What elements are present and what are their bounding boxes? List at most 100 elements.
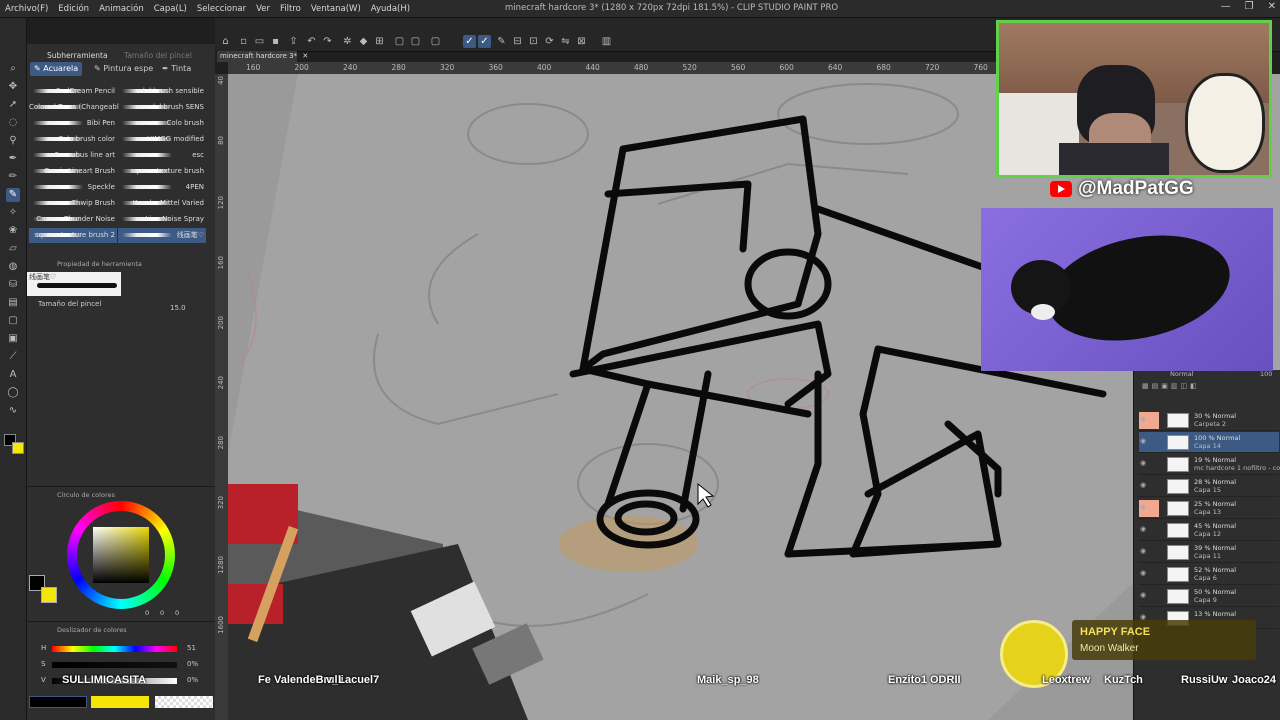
menu-archivo[interactable]: Archivo(F) (0, 4, 53, 14)
export-icon[interactable]: ⇪ (287, 35, 300, 48)
blend-icon[interactable]: ◍ (6, 260, 20, 274)
menu-seleccionar[interactable]: Seleccionar (192, 4, 251, 14)
eye-icon[interactable]: ◉ (1140, 503, 1150, 513)
eye-icon[interactable]: ◉ (1140, 525, 1150, 535)
brush-item[interactable]: HIMGG modified (118, 132, 206, 147)
eyedropper-icon[interactable]: ⚲ (6, 134, 20, 148)
ruler-icon[interactable]: ⊠ (575, 35, 588, 48)
rotate-icon[interactable]: ⟳ (543, 35, 556, 48)
ruler-tool-icon[interactable]: ⟋ (6, 350, 20, 364)
mask-icon[interactable]: ◧ (1190, 382, 1200, 390)
object-icon[interactable]: ➚ (6, 98, 20, 112)
current-color-bar[interactable] (29, 696, 87, 708)
opacity-value[interactable]: 100 (1260, 370, 1272, 378)
brush-item[interactable]: Canvas Thunder Noise (29, 212, 117, 227)
new-folder-icon[interactable]: ▤ (1152, 382, 1162, 390)
decoration-icon[interactable]: ❀ (6, 224, 20, 238)
brush-item[interactable]: 4PEN (118, 180, 206, 195)
clear-outside-icon[interactable]: ▢ (409, 35, 422, 48)
eye-icon[interactable]: ◉ (1140, 569, 1150, 579)
brush-item[interactable]: lal brush sensible (118, 84, 206, 99)
close-icon[interactable]: ✕ (1268, 1, 1276, 12)
minimize-icon[interactable]: — (1221, 1, 1231, 12)
transparent-color-bar[interactable] (155, 696, 213, 708)
layer-row[interactable]: ◉ 19 % Normalmc hardcore 1 nofiltro - cop… (1139, 454, 1280, 475)
eye-icon[interactable]: ◉ (1140, 415, 1150, 425)
new-layer-icon[interactable]: ▦ (1142, 382, 1152, 390)
text-icon[interactable]: A (6, 368, 20, 382)
menu-ver[interactable]: Ver (251, 4, 275, 14)
gradient-icon[interactable]: ▤ (6, 296, 20, 310)
fill-icon[interactable]: ◆ (357, 35, 370, 48)
brush-item[interactable]: Comic Lineart Brush (29, 164, 117, 179)
fill-bucket-icon[interactable]: ⛁ (6, 278, 20, 292)
brush-item[interactable]: lal brush SENS (118, 100, 206, 115)
mirror-icon[interactable]: ⇋ (559, 35, 572, 48)
eye-icon[interactable]: ◉ (1140, 459, 1150, 469)
balloon-icon[interactable]: ◯ (6, 386, 20, 400)
menu-ventana[interactable]: Ventana(W) (306, 4, 366, 14)
brush-item[interactable]: 线画笔♡ (118, 228, 206, 243)
saturation-square[interactable] (93, 527, 149, 583)
pencil-icon[interactable]: ✏ (6, 170, 20, 184)
brush-item[interactable]: Speckle (29, 180, 117, 195)
close-tab-icon[interactable]: ✕ (302, 52, 308, 60)
correct-line-icon[interactable]: ∿ (6, 404, 20, 418)
brush-item[interactable]: square texture brush (118, 164, 206, 179)
tab-brush-size[interactable]: Tamaño del pincel (124, 51, 192, 60)
figure-icon[interactable]: ▢ (6, 314, 20, 328)
brush-size-value[interactable]: 15.0 (170, 304, 186, 312)
airbrush-icon[interactable]: ✧ (6, 206, 20, 220)
brush-item[interactable]: Colored Trees (Changeabl (29, 100, 119, 115)
layer-row[interactable]: ◉ 100 % Normal Capa 14 (1139, 432, 1279, 453)
menu-filtro[interactable]: Filtro (275, 4, 306, 14)
brush-item[interactable]: square texture brush 2 (29, 228, 117, 243)
subtool-tab-tinta[interactable]: ✒ Tinta (158, 62, 195, 76)
pen-icon[interactable]: ✎ (495, 35, 508, 48)
layer-row[interactable]: ◉ 30 % Normal Carpeta 2 (1139, 410, 1279, 431)
layer-row[interactable]: ◉ 28 % Normal Capa 15 (1139, 476, 1279, 497)
lasso-icon[interactable]: ◌ (6, 116, 20, 130)
home-icon[interactable]: ⌂ (219, 35, 232, 48)
frame-icon[interactable]: ▣ (6, 332, 20, 346)
brush-item[interactable]: Succubus line art (29, 148, 117, 163)
menu-ayuda[interactable]: Ayuda(H) (366, 4, 415, 14)
eye-icon[interactable]: ◉ (1140, 481, 1150, 491)
subtool-tab-acuarela[interactable]: ✎ Acuarela (30, 62, 83, 76)
brush-item[interactable]: esc (118, 148, 206, 163)
menu-animacion[interactable]: Animación (94, 4, 149, 14)
open-file-icon[interactable]: ▭ (253, 35, 266, 48)
menu-edicion[interactable]: Edición (53, 4, 94, 14)
sub-color-swatch[interactable] (12, 442, 24, 454)
sub-color-bar[interactable] (91, 696, 149, 708)
eye-icon[interactable]: ◉ (1140, 547, 1150, 557)
maximize-icon[interactable]: ❐ (1245, 1, 1254, 12)
zoom-icon[interactable]: ⌕ (6, 62, 20, 76)
brush-item[interactable]: SudCream Pencil (29, 84, 117, 99)
undo-icon[interactable]: ↶ (305, 35, 318, 48)
brush-item[interactable]: Colo brush (118, 116, 206, 131)
redo-icon[interactable]: ↷ (321, 35, 334, 48)
settings-icon[interactable]: ✲ (341, 35, 354, 48)
brush-item[interactable]: Colo brush color (29, 132, 117, 147)
eye-icon[interactable]: ◉ (1140, 437, 1150, 447)
new-file-icon[interactable]: ▫ (237, 35, 250, 48)
blend-mode-select[interactable]: Normal (1170, 370, 1194, 378)
clear-icon[interactable]: ▢ (393, 35, 406, 48)
move-icon[interactable]: ✥ (6, 80, 20, 94)
snap-ruler-icon[interactable]: ✓ (463, 35, 476, 48)
eye-icon[interactable]: ◉ (1140, 591, 1150, 601)
subtool-tab-pintura[interactable]: ✎ Pintura espe (90, 62, 157, 76)
brush-item[interactable]: Bibi Pen (29, 116, 117, 131)
hue-slider[interactable] (52, 646, 177, 652)
eraser-icon[interactable]: ▱ (6, 242, 20, 256)
brush-item[interactable]: Thwip Brush (29, 196, 117, 211)
layer-row[interactable]: ◉ 50 % Normal Capa 9 (1139, 586, 1279, 607)
menu-capa[interactable]: Capa(L) (149, 4, 192, 14)
snap-special-ruler-icon[interactable]: ✓ (478, 35, 491, 48)
deselect-icon[interactable]: ▢ (429, 35, 442, 48)
brush-item[interactable]: Kazuke Mittel Varied (118, 196, 206, 211)
transform-icon[interactable]: ⊞ (373, 35, 386, 48)
layer-row[interactable]: ◉ 39 % Normal Capa 11 (1139, 542, 1279, 563)
save-icon[interactable]: ▪ (269, 35, 282, 48)
